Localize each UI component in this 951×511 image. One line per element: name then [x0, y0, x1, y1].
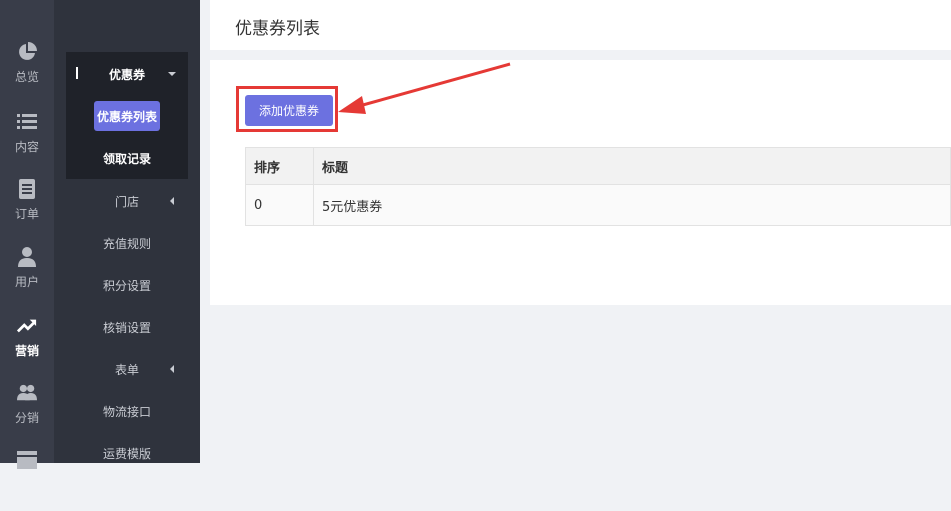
rail-item-content[interactable]: 内容 — [0, 112, 54, 174]
pie-chart-icon — [17, 42, 37, 62]
sidebar-item-forms[interactable]: 表单 — [54, 348, 200, 390]
rail-item-label: 总览 — [14, 70, 39, 84]
sidebar-item-coupon-list[interactable]: 优惠券列表 — [94, 101, 160, 131]
rail-item-label: 订单 — [14, 207, 39, 221]
table-row[interactable]: 0 5元优惠券 — [245, 184, 951, 226]
sidebar-item-points-settings[interactable]: 积分设置 — [54, 264, 200, 306]
sidebar-item-logistics-api[interactable]: 物流接口 — [54, 390, 200, 432]
chevron-down-icon — [168, 72, 176, 76]
sidebar-item-recharge-rules[interactable]: 充值规则 — [54, 222, 200, 264]
sidebar-item-verification-settings[interactable]: 核销设置 — [54, 306, 200, 348]
list-icon — [17, 112, 37, 132]
sidebar-item-shipping-templates[interactable]: 运费模版 — [54, 432, 200, 474]
chevron-left-icon — [170, 365, 174, 373]
sidebar-item-label: 核销设置 — [102, 320, 151, 335]
rail-item-label: 营销 — [14, 344, 39, 358]
sidebar-item-stores[interactable]: 门店 — [54, 180, 200, 222]
trend-up-icon — [17, 316, 37, 336]
coupon-table: 排序 标题 0 5元优惠券 — [245, 147, 951, 226]
layout-icon — [17, 449, 37, 469]
column-header-title[interactable]: 标题 — [313, 147, 951, 185]
rail-item-distribution[interactable]: 分销 — [0, 383, 54, 445]
annotation-highlight-box — [236, 86, 338, 132]
rail-item-label: 用户 — [14, 275, 39, 289]
rail-item-marketing[interactable]: 营销 — [0, 316, 54, 378]
sidebar-item-label: 积分设置 — [102, 278, 151, 293]
rail-item-users[interactable]: 用户 — [0, 247, 54, 309]
active-indicator — [76, 67, 78, 79]
sidebar-group-label: 优惠券 — [108, 67, 145, 82]
table-cell-title: 5元优惠券 — [313, 184, 951, 226]
icon-rail: 总览 内容 订单 用户 营销 分销 — [0, 0, 54, 469]
sidebar-group-coupons[interactable]: 优惠券 — [66, 56, 188, 92]
users-icon — [17, 383, 37, 403]
chevron-left-icon — [170, 197, 174, 205]
sidebar-item-claim-records[interactable]: 领取记录 — [66, 143, 188, 173]
sidebar-item-label: 门店 — [114, 194, 139, 209]
rail-item-label: 内容 — [14, 140, 39, 154]
sidebar-item-label: 运费模版 — [102, 446, 151, 461]
table-cell-sort: 0 — [245, 184, 314, 226]
rail-item-orders[interactable]: 订单 — [0, 179, 54, 241]
column-header-sort[interactable]: 排序 — [245, 147, 314, 185]
sidebar-item-label: 充值规则 — [102, 236, 151, 251]
document-icon — [17, 179, 37, 199]
table-header-row: 排序 标题 — [245, 147, 951, 185]
rail-item-layout[interactable] — [0, 449, 54, 511]
sidebar-item-label: 物流接口 — [102, 404, 151, 419]
rail-item-overview[interactable]: 总览 — [0, 42, 54, 104]
page-title: 优惠券列表 — [235, 19, 320, 39]
rail-item-label: 分销 — [14, 411, 39, 425]
user-icon — [17, 247, 37, 267]
sidebar-item-label: 表单 — [114, 362, 139, 377]
page-header: 优惠券列表 — [210, 0, 951, 50]
